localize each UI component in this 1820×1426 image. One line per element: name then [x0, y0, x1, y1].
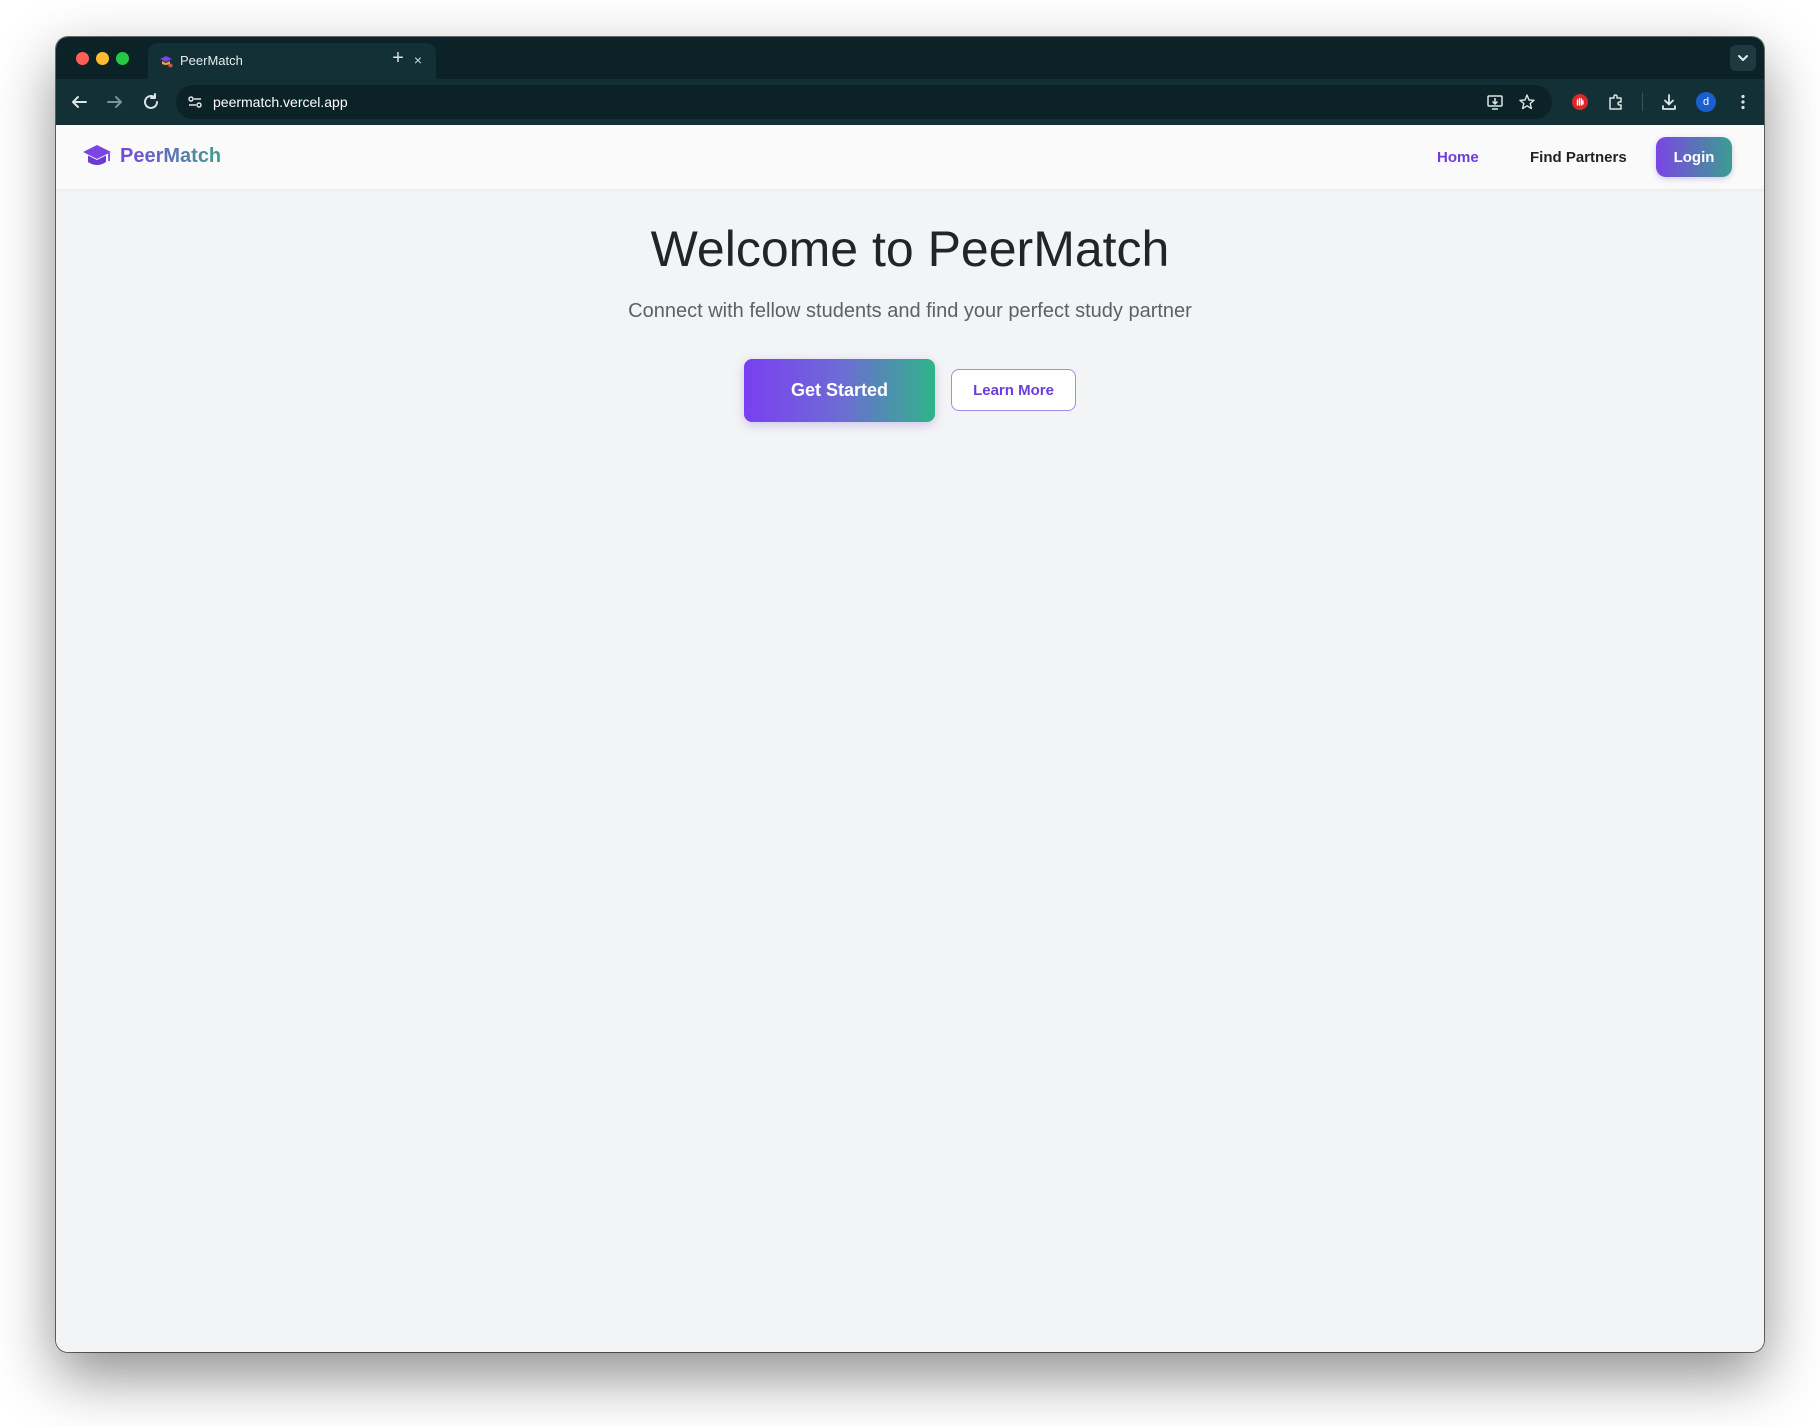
- nav-link-find-partners[interactable]: Find Partners: [1530, 149, 1627, 166]
- tab-title: PeerMatch: [180, 53, 243, 68]
- address-bar[interactable]: peermatch.vercel.app: [176, 85, 1552, 119]
- close-window-button[interactable]: [76, 52, 89, 65]
- hero-title: Welcome to PeerMatch: [650, 221, 1170, 277]
- new-tab-button[interactable]: +: [386, 47, 410, 71]
- brand-name: PeerMatch: [120, 145, 222, 167]
- extensions-puzzle-icon[interactable]: [1606, 92, 1626, 112]
- install-app-icon[interactable]: [1486, 93, 1504, 111]
- login-button[interactable]: Login: [1656, 137, 1732, 177]
- download-icon[interactable]: [1659, 92, 1679, 112]
- tab-search-button[interactable]: [1730, 45, 1756, 71]
- profile-avatar-icon[interactable]: d: [1696, 92, 1716, 112]
- back-arrow-icon[interactable]: [67, 90, 91, 114]
- site-info-icon[interactable]: [186, 93, 204, 111]
- extension-red-icon[interactable]: [1570, 92, 1590, 112]
- address-bar-url[interactable]: peermatch.vercel.app: [213, 94, 348, 110]
- hero-subtitle: Connect with fellow students and find yo…: [628, 300, 1192, 322]
- browser-window: PeerMatch × + peermatch.vercel.app d Pee…: [56, 37, 1764, 1352]
- tab-strip: PeerMatch × +: [56, 37, 1764, 79]
- bookmark-star-icon[interactable]: [1518, 93, 1536, 111]
- maximize-window-button[interactable]: [116, 52, 129, 65]
- more-menu-icon[interactable]: [1733, 92, 1753, 112]
- get-started-button[interactable]: Get Started: [744, 359, 935, 422]
- toolbar-separator: [1642, 93, 1643, 111]
- peermatch-favicon-icon: [160, 56, 173, 68]
- reload-icon[interactable]: [139, 90, 163, 114]
- tab-list-chevron-icon: [1738, 55, 1748, 61]
- tab-close-icon[interactable]: ×: [410, 52, 426, 68]
- learn-more-button[interactable]: Learn More: [951, 369, 1076, 411]
- nav-link-home[interactable]: Home: [1437, 149, 1479, 166]
- site-navbar: PeerMatch Home Find Partners Login: [56, 125, 1764, 189]
- minimize-window-button[interactable]: [96, 52, 109, 65]
- graduation-cap-icon: [83, 145, 111, 165]
- browser-toolbar: peermatch.vercel.app d: [56, 79, 1764, 125]
- web-page: PeerMatch Home Find Partners Login Welco…: [56, 125, 1764, 1352]
- forward-arrow-icon[interactable]: [103, 90, 127, 114]
